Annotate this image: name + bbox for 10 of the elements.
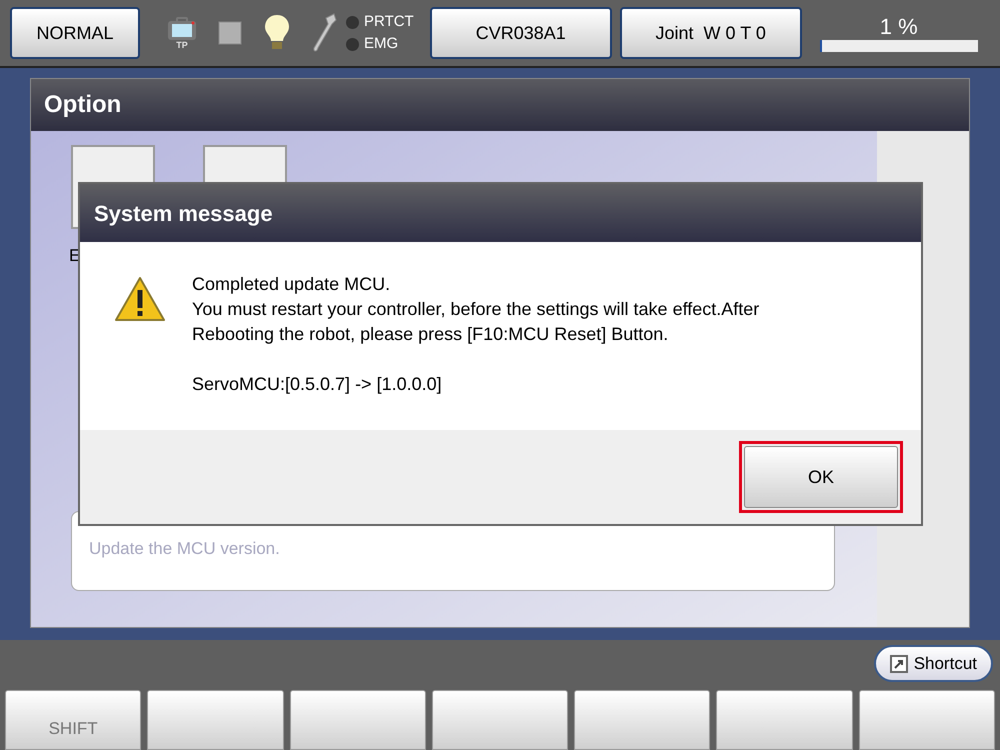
speed-reading: 1 % — [880, 14, 918, 40]
indicator-label: PRTCT — [364, 12, 414, 32]
message-text: You must restart your controller, before the settings will take effect.After Rebooting the robot, please press [F10:MCU Reset] Button. — [192, 298, 760, 346]
dialog-title: System message — [80, 184, 921, 242]
description-text: Update the MCU version. — [89, 538, 280, 560]
tp-label: TP — [176, 40, 188, 50]
message-text: Completed update MCU. — [192, 273, 392, 296]
indicator-label: EMG — [364, 34, 398, 54]
message-text: ServoMCU:[0.5.0.7] -> [1.0.0.0] — [192, 373, 443, 396]
panel-title: Option — [31, 79, 969, 131]
